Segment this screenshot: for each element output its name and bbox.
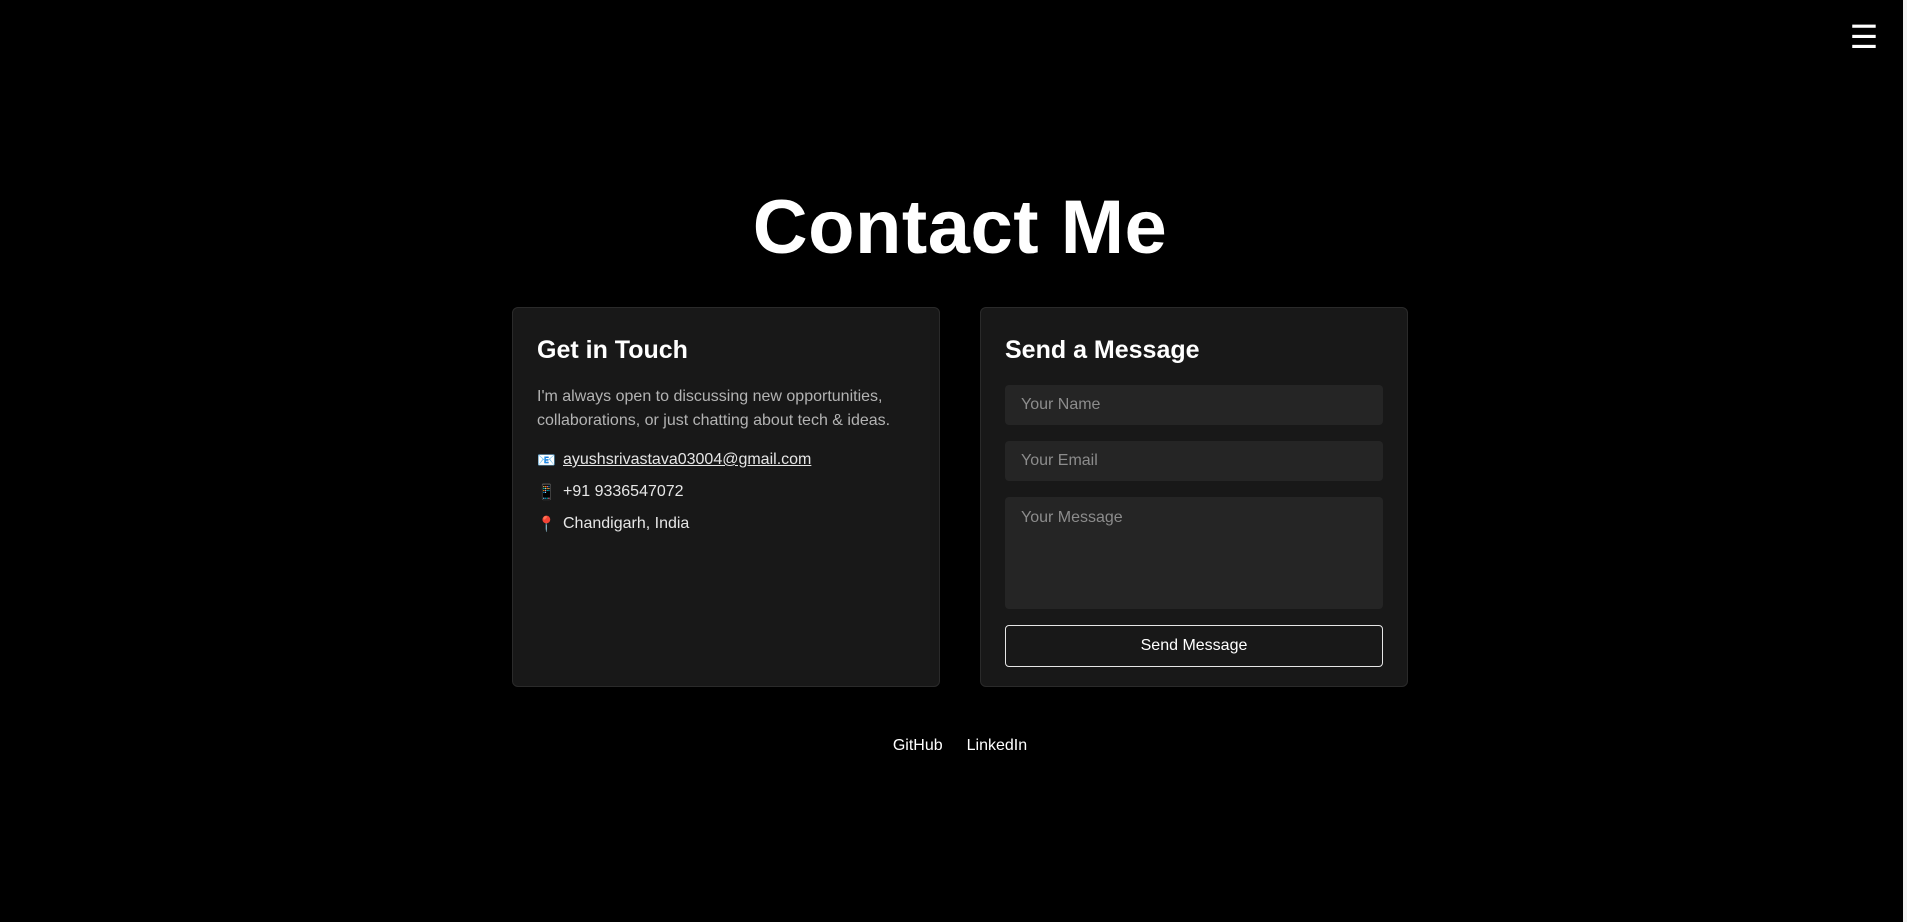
phone-number: +91 9336547072 xyxy=(563,483,684,500)
message-textarea[interactable] xyxy=(1005,497,1383,609)
phone-icon: 📱 xyxy=(537,483,556,501)
email-link[interactable]: ayushsrivastava03004@gmail.com xyxy=(563,451,811,469)
send-message-heading: Send a Message xyxy=(1005,336,1200,364)
email-row: 📧 ayushsrivastava03004@gmail.com xyxy=(537,449,915,471)
email-input[interactable] xyxy=(1005,441,1383,481)
get-in-touch-heading: Get in Touch xyxy=(537,336,688,364)
name-input[interactable] xyxy=(1005,385,1383,425)
intro-text: I'm always open to discussing new opport… xyxy=(537,388,891,429)
page-title: Contact Me xyxy=(752,185,1168,270)
location-text: Chandigarh, India xyxy=(563,515,690,532)
location-row: 📍 Chandigarh, India xyxy=(537,513,915,535)
location-pin-icon: 📍 xyxy=(537,515,556,533)
github-link[interactable]: GitHub xyxy=(893,737,943,755)
hamburger-menu-icon[interactable]: ☰ xyxy=(1849,21,1879,53)
get-in-touch-card: Get in Touch I'm always open to discussi… xyxy=(512,307,940,687)
footer-links: GitHub LinkedIn xyxy=(0,737,1907,755)
linkedin-link[interactable]: LinkedIn xyxy=(967,737,1028,755)
phone-row: 📱 +91 9336547072 xyxy=(537,481,915,503)
contact-page: ☰ Contact Me Get in Touch I'm always ope… xyxy=(0,0,1907,922)
scrollbar[interactable] xyxy=(1903,0,1907,922)
send-message-card: Send a Message Send Message xyxy=(980,307,1408,687)
email-icon: 📧 xyxy=(537,451,556,469)
send-message-button[interactable]: Send Message xyxy=(1005,625,1383,667)
